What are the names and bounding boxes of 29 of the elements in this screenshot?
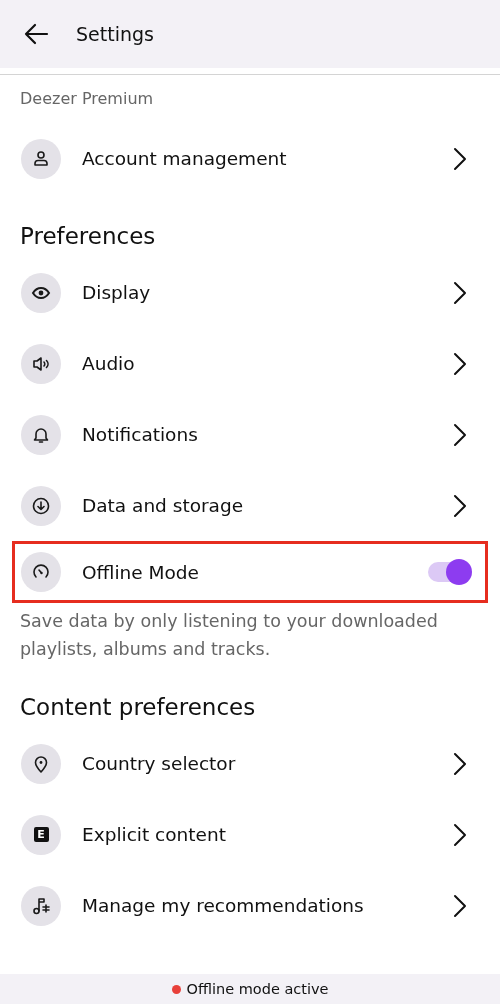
screen-title: Settings xyxy=(76,23,154,45)
toggle-switch[interactable] xyxy=(428,559,472,585)
setting-label: Notifications xyxy=(82,424,199,445)
chevron-right-icon xyxy=(453,280,467,305)
music-note-icon xyxy=(31,895,51,916)
setting-label: Data and storage xyxy=(82,495,245,516)
setting-label: Manage my recommendations xyxy=(82,895,365,916)
setting-label: Account management xyxy=(82,148,288,169)
setting-label: Explicit content xyxy=(82,824,227,845)
setting-label: Display xyxy=(82,282,152,303)
section-heading: Preferences xyxy=(19,222,157,251)
person-icon xyxy=(31,148,51,169)
section-caption: Deezer Premium xyxy=(19,88,155,110)
chevron-right-icon xyxy=(453,351,467,376)
setting-label: Country selector xyxy=(82,753,237,774)
back-arrow-icon xyxy=(23,23,49,45)
chevron-right-icon xyxy=(453,822,467,847)
chevron-right-icon xyxy=(453,146,467,171)
download-icon xyxy=(31,495,51,516)
status-text: Offline mode active xyxy=(186,981,329,997)
chevron-right-icon xyxy=(453,422,467,447)
chevron-right-icon xyxy=(453,893,467,918)
setting-description: Save data by only listening to your downloaded playlists, albums and tracks. xyxy=(19,610,439,661)
setting-label: Audio xyxy=(82,353,136,374)
chevron-right-icon xyxy=(453,493,467,518)
setting-label: Offline Mode xyxy=(82,561,200,583)
explicit-badge-icon: E xyxy=(33,827,49,842)
chevron-right-icon xyxy=(453,751,467,776)
section-heading: Content preferences xyxy=(19,693,257,722)
